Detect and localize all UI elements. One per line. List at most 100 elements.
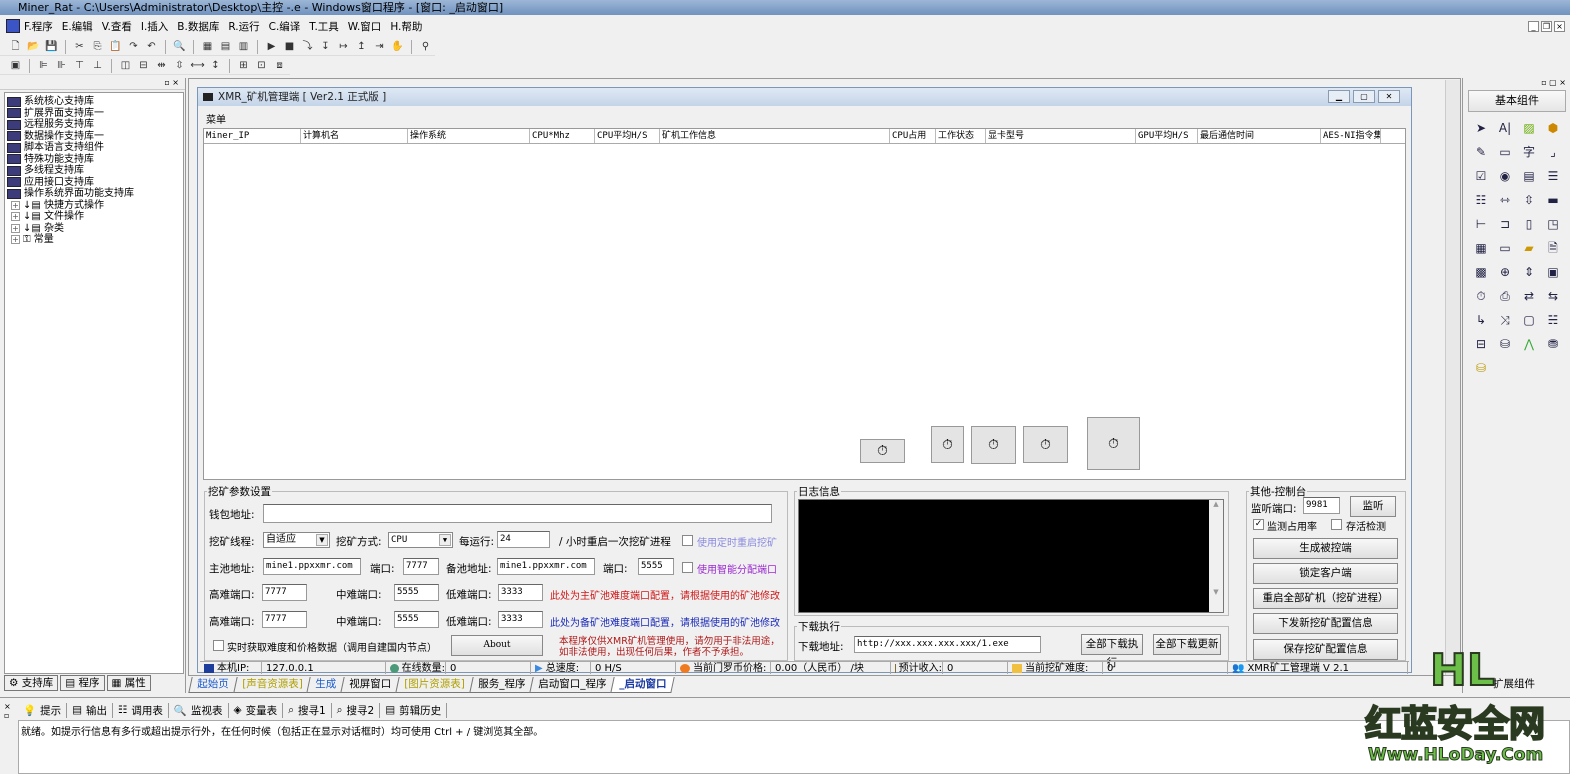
text-icon[interactable]: 字 — [1519, 142, 1539, 162]
timer-icon[interactable]: ⏱ — [1471, 286, 1491, 306]
log-scrollbar[interactable]: ▲ ▼ — [1209, 500, 1223, 612]
monitor-usage-checkbox[interactable]: ✓ — [1253, 519, 1264, 530]
tab-control-icon[interactable]: ⊐ — [1495, 214, 1515, 234]
form-close-icon[interactable]: ✕ — [1378, 90, 1400, 103]
menu-database[interactable]: B.数据库 — [177, 21, 219, 33]
redo-icon[interactable]: ↷ — [126, 39, 141, 54]
size-both-icon[interactable]: ⧈ — [272, 58, 287, 73]
close-icon[interactable]: × — [1554, 21, 1565, 32]
listbox-icon[interactable]: ☰ — [1543, 166, 1563, 186]
align-right-icon[interactable]: ⊪ — [54, 58, 69, 73]
tab-search1[interactable]: ⌕ 搜寻1 — [283, 702, 332, 718]
miner-table[interactable]: Miner_IP 计算机名 操作系统 CPU*Mhz CPU平均H/S 矿机工作… — [203, 128, 1406, 480]
form-icon[interactable]: ▣ — [1543, 262, 1563, 282]
column-header[interactable]: 操作系统 — [408, 129, 530, 143]
menu-insert[interactable]: I.插入 — [141, 21, 168, 33]
wallet-input[interactable] — [263, 504, 772, 523]
network-icon[interactable]: ⊕ — [1495, 262, 1515, 282]
smart-port-checkbox[interactable] — [682, 562, 693, 573]
lock-client-button[interactable]: 锁定客户端 — [1253, 563, 1398, 584]
step-out-icon[interactable]: ↥ — [354, 39, 369, 54]
tree-item[interactable]: 脚本语言支持组件 — [5, 142, 183, 154]
new-file-icon[interactable]: 🗋 — [8, 39, 23, 54]
align-left-icon[interactable]: ⊫ — [36, 58, 51, 73]
file-icon[interactable]: 🗎 — [1543, 238, 1563, 258]
expand-icon[interactable]: + — [11, 235, 20, 245]
checklist-icon[interactable]: ☷ — [1471, 190, 1491, 210]
frame-icon[interactable]: ⌟ — [1543, 142, 1563, 162]
tab-video-window[interactable]: 视屏窗口 — [340, 677, 400, 693]
column-header[interactable]: GPU平均H/S — [1136, 129, 1198, 143]
calendar-icon[interactable]: ▦ — [1471, 238, 1491, 258]
radio-icon[interactable]: ◉ — [1495, 166, 1515, 186]
menu-tools[interactable]: T.工具 — [309, 21, 339, 33]
column-header[interactable]: 矿机工作信息 — [660, 129, 890, 143]
extended-components-label[interactable]: 扩展组件 — [1493, 676, 1535, 691]
listen-port-input[interactable]: 9981 — [1303, 497, 1340, 514]
tree-item[interactable]: 应用接口支持库 — [5, 177, 183, 189]
textbox-icon[interactable]: ▭ — [1495, 238, 1515, 258]
main-port-input[interactable]: 7777 — [403, 558, 439, 575]
tab-properties[interactable]: ▦ 属性 — [106, 675, 151, 691]
backup-low-port-input[interactable]: 3333 — [498, 611, 543, 628]
transfer-icon[interactable]: ⤨ — [1495, 310, 1515, 330]
copy-icon[interactable]: ⎘ — [90, 39, 105, 54]
tree-item[interactable]: 操作系统界面功能支持库 — [5, 188, 183, 200]
paste-icon[interactable]: 📋 — [108, 39, 123, 54]
center-v-icon[interactable]: ⊟ — [136, 58, 151, 73]
form-menu[interactable]: 菜单 — [206, 111, 226, 126]
restore-icon[interactable]: ❐ — [1541, 21, 1552, 32]
column-header[interactable]: 最后通信时间 — [1198, 129, 1321, 143]
expand-icon[interactable]: + — [11, 223, 20, 233]
tree-group[interactable]: + ⚿ 常量 — [5, 234, 183, 246]
realtime-checkbox[interactable] — [213, 640, 224, 651]
layout1-icon[interactable]: ▦ — [200, 39, 215, 54]
step-into-icon[interactable]: ↧ — [318, 39, 333, 54]
tree-item[interactable]: 特殊功能支持库 — [5, 154, 183, 166]
column-header[interactable]: CPU*Mhz — [530, 129, 595, 143]
restart-hours-input[interactable]: 24 — [497, 531, 550, 548]
main-mid-port-input[interactable]: 5555 — [394, 584, 439, 601]
about-button[interactable]: About — [451, 635, 543, 656]
printer-icon[interactable]: ⎙ — [1495, 286, 1515, 306]
download-exec-all-button[interactable]: 全部下载执行 — [1081, 634, 1143, 669]
expand-icon[interactable]: + — [11, 212, 20, 222]
tab-variables[interactable]: ◈ 变量表 — [229, 702, 284, 718]
tab-service-program[interactable]: 服务_程序 — [469, 677, 534, 693]
vscroll-icon[interactable]: ⇳ — [1519, 190, 1539, 210]
main-pool-input[interactable]: mine1.ppxxmr.com — [263, 558, 361, 575]
menu-program[interactable]: F.程序 — [24, 21, 53, 33]
listen-button[interactable]: 监听 — [1350, 496, 1396, 517]
align-top-icon[interactable]: ⊤ — [72, 58, 87, 73]
size-h-icon[interactable]: ⊞ — [236, 58, 251, 73]
column-header[interactable]: CPU平均H/S — [595, 129, 660, 143]
form-icon[interactable]: ▣ — [8, 58, 23, 73]
backup-port-input[interactable]: 5555 — [638, 558, 674, 575]
picture-icon[interactable]: ▨ — [1519, 118, 1539, 138]
menu-run[interactable]: R.运行 — [228, 21, 259, 33]
column-header[interactable]: 显卡型号 — [986, 129, 1136, 143]
tab-search2[interactable]: ⌕ 搜寻2 — [332, 702, 381, 718]
restart-all-miners-button[interactable]: 重启全部矿机（挖矿进程） — [1253, 588, 1398, 609]
basic-components-button[interactable]: 基本组件 — [1468, 90, 1566, 112]
open-folder-icon[interactable]: 📂 — [26, 39, 41, 54]
form-minimize-icon[interactable]: ▁ — [1328, 90, 1350, 103]
socket-icon[interactable]: ↳ — [1471, 310, 1491, 330]
column-header[interactable]: Miner_IP — [204, 129, 301, 143]
column-header[interactable]: AES-NI指令集 — [1321, 129, 1381, 143]
label-icon[interactable]: A| — [1495, 118, 1515, 138]
tab-output[interactable]: ▤ 输出 — [67, 702, 113, 718]
tree-group[interactable]: + ↓▤ 快捷方式操作 — [5, 200, 183, 212]
menu-compile[interactable]: C.编译 — [269, 21, 301, 33]
column-header[interactable]: 工作状态 — [936, 129, 986, 143]
shape-icon[interactable]: ⬢ — [1543, 118, 1563, 138]
run-icon[interactable]: ▶ — [264, 39, 279, 54]
progress-icon[interactable]: ▬ — [1543, 190, 1563, 210]
tab-program[interactable]: ▤ 程序 — [60, 675, 105, 691]
menu-edit[interactable]: E.编辑 — [62, 21, 93, 33]
menu-window[interactable]: W.窗口 — [348, 21, 382, 33]
db-icon[interactable]: ⛁ — [1495, 334, 1515, 354]
slider-icon[interactable]: ⊢ — [1471, 214, 1491, 234]
step-over-icon[interactable]: ↦ — [336, 39, 351, 54]
panel-controls[interactable]: ▫ ▢ × — [1541, 78, 1566, 87]
